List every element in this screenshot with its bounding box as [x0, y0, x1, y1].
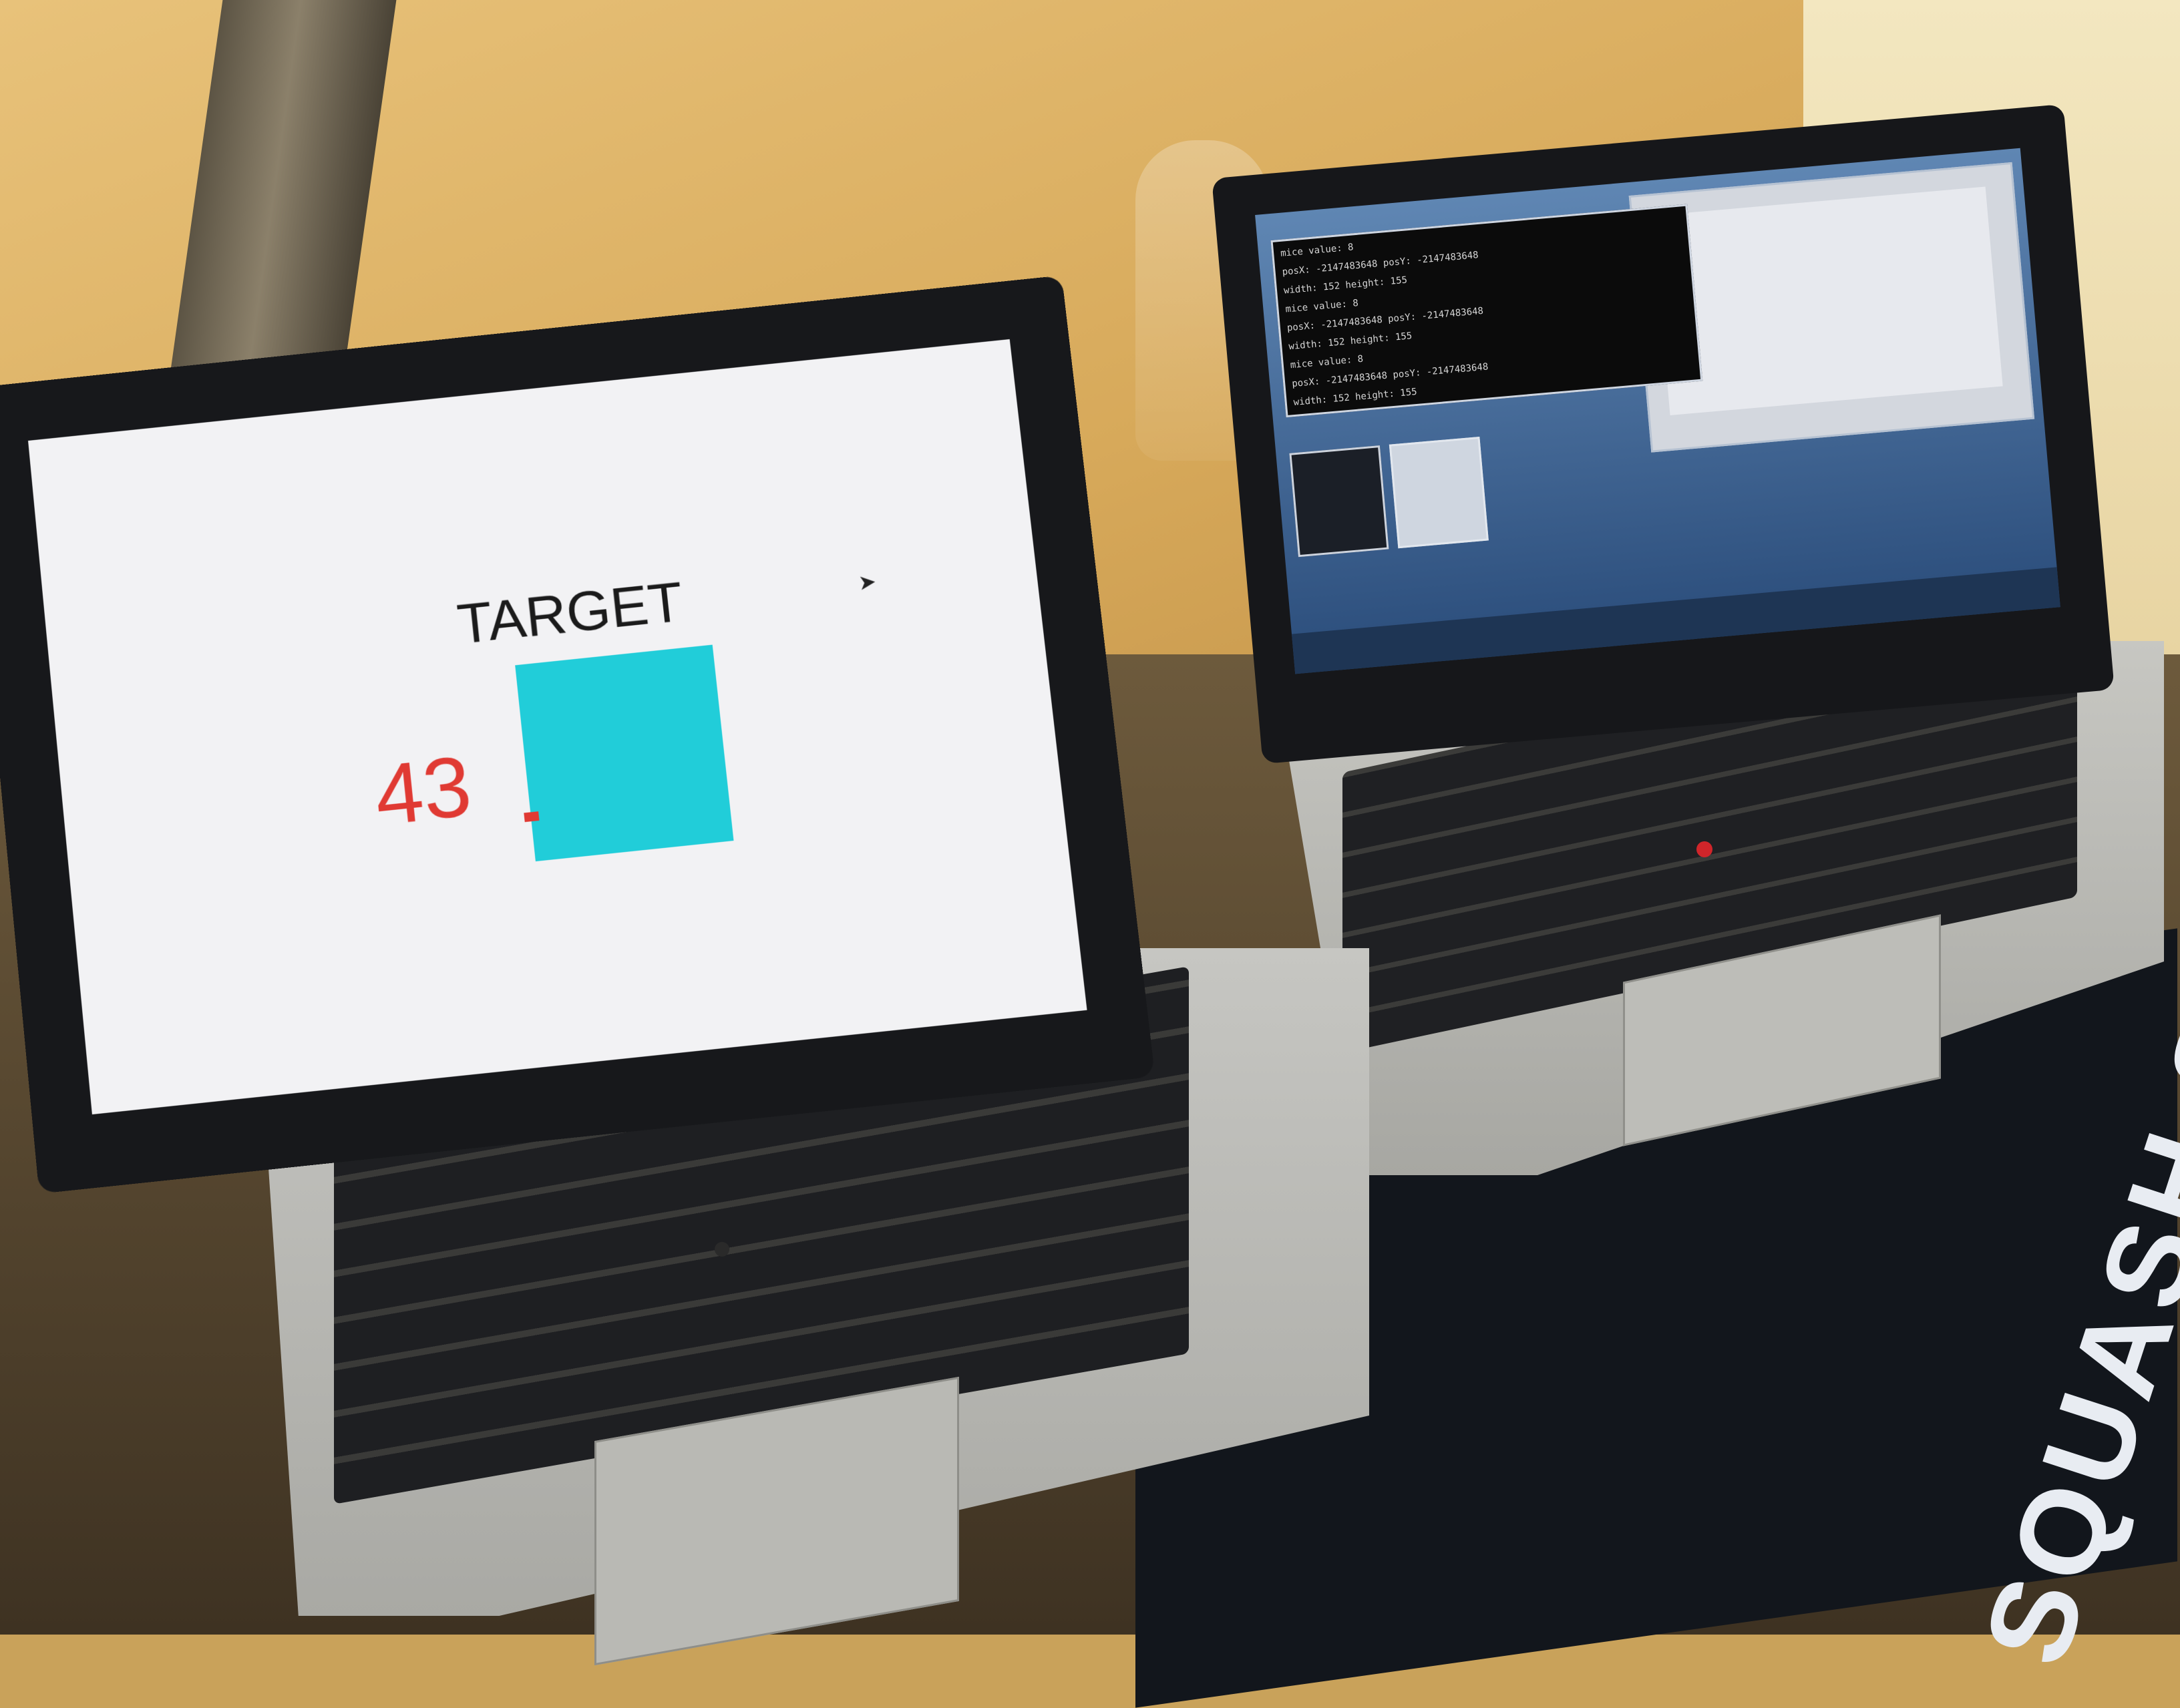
console-line: mice value: 8 [1280, 242, 1354, 258]
console-line: mice value: 8 [1290, 354, 1364, 371]
right-laptop-screen: mice value: 8 posX: -2147483648 posY: -2… [1255, 148, 2060, 674]
webcam-preview [1652, 187, 2002, 415]
console-line: mice value: 8 [1285, 298, 1359, 314]
console-line: width: 152 height: 155 [1288, 331, 1413, 352]
right-laptop-pointing-stick [1696, 841, 1712, 857]
console-line: width: 152 height: 155 [1293, 387, 1417, 408]
right-laptop-lid: mice value: 8 posX: -2147483648 posY: -2… [1212, 104, 2115, 764]
taskbar [1292, 567, 2060, 674]
target-label: TARGET [454, 570, 686, 657]
left-laptop-screen: TARGET 43 ➤ [28, 339, 1087, 1114]
counter-number: 43 [370, 736, 476, 845]
left-laptop-pointing-stick [715, 1242, 729, 1257]
left-laptop-lid: TARGET 43 ➤ [0, 275, 1155, 1193]
console-window: mice value: 8 posX: -2147483648 posY: -2… [1270, 204, 1702, 418]
console-line: width: 152 height: 155 [1283, 275, 1407, 296]
small-dark-window [1289, 445, 1389, 557]
target-square [515, 645, 733, 861]
mouse-cursor-icon: ➤ [857, 569, 877, 596]
red-marker [524, 811, 539, 822]
small-light-window [1389, 437, 1489, 548]
